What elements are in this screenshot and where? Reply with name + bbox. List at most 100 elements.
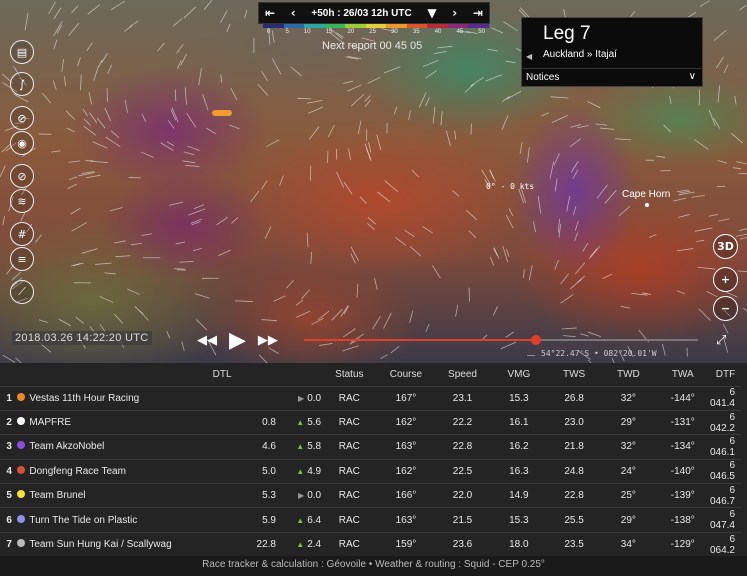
wind-streak bbox=[105, 136, 121, 147]
wind-streak bbox=[266, 139, 280, 147]
twa-value: -131° bbox=[670, 417, 695, 429]
table-header: DTL Status Course Speed VMG TWS TWD TWA … bbox=[0, 363, 741, 386]
skip-end-icon[interactable]: ⇥ bbox=[473, 6, 483, 20]
step-forward-icon[interactable]: › bbox=[452, 6, 457, 20]
wind-streak bbox=[327, 124, 335, 138]
wind-streak bbox=[437, 45, 453, 49]
view-3d-button[interactable]: 3D bbox=[713, 234, 738, 259]
table-row[interactable]: 2 MAPFRE 0.8 ▲ 5.6 RAC 162° 22.2 16.1 23.0 29° -131… bbox=[0, 410, 741, 434]
skip-start-icon[interactable]: ⇤ bbox=[265, 6, 275, 20]
col-dtl[interactable]: DTL bbox=[203, 363, 280, 386]
team-color-dot bbox=[16, 539, 25, 548]
table-row[interactable]: 5 Team Brunel 5.3 ▶ 0.0 RAC 166° 22.0 14.9 22.8 25… bbox=[0, 483, 741, 508]
trend-flat-icon: ▶ bbox=[298, 491, 305, 501]
wind-streak bbox=[110, 0, 126, 11]
table-row[interactable]: 6 Turn The Tide on Plastic 5.9 ▲ 6.4 RAC 163° 2… bbox=[0, 507, 741, 532]
fast-forward-icon[interactable]: ▶▶ bbox=[258, 333, 278, 348]
trend-up-icon: ▲ bbox=[296, 466, 305, 476]
wind-streak bbox=[723, 64, 729, 74]
table-row[interactable]: 7 Team Sun Hung Kai / Scallywag 22.8 ▲ 2.4 RA… bbox=[0, 532, 741, 556]
vmg-value: 15.3 bbox=[509, 392, 529, 404]
gain-value: ▲ 5.6 bbox=[280, 410, 321, 434]
wind-streak bbox=[367, 217, 377, 225]
wind-streak bbox=[86, 42, 93, 51]
wind-streak bbox=[71, 5, 79, 14]
col-status[interactable]: Status bbox=[321, 363, 377, 386]
col-course[interactable]: Course bbox=[378, 363, 435, 386]
col-twa[interactable]: TWA bbox=[656, 363, 710, 386]
table-row[interactable]: 4 Dongfeng Race Team 5.0 ▲ 4.9 RAC 162° 22.5 16.… bbox=[0, 459, 741, 483]
wind-streak bbox=[193, 204, 205, 210]
wind-streak bbox=[384, 180, 399, 193]
col-dtf[interactable]: DTF bbox=[710, 363, 741, 386]
wind-streak bbox=[620, 305, 630, 309]
scale-swatch bbox=[365, 24, 387, 28]
wind-streak bbox=[572, 206, 577, 216]
col-speed[interactable]: Speed bbox=[434, 363, 491, 386]
wind-icon[interactable]: ⊘ bbox=[10, 164, 34, 188]
wind-streak bbox=[257, 83, 269, 96]
dtf-value: 6 041.4 bbox=[709, 387, 735, 410]
boat-marker-vestas[interactable] bbox=[212, 110, 232, 116]
wind-streak bbox=[181, 341, 185, 351]
rank: 3 bbox=[6, 441, 12, 453]
wind-streak bbox=[24, 12, 29, 31]
zoom-in-icon[interactable]: + bbox=[713, 267, 738, 292]
table-row[interactable]: 1 Vestas 11th Hour Racing ▶ 0.0 RAC 167° 23.1 1… bbox=[0, 386, 741, 410]
team-name[interactable]: Team Brunel bbox=[29, 484, 202, 508]
gain-value: ▲ 2.4 bbox=[280, 532, 321, 556]
zoom-out-icon[interactable]: − bbox=[713, 296, 738, 321]
grid-icon[interactable]: # bbox=[10, 222, 34, 246]
play-icon[interactable]: ▶ bbox=[229, 328, 246, 353]
team-name[interactable]: Vestas 11th Hour Racing bbox=[29, 386, 202, 410]
wind-streak bbox=[77, 57, 81, 67]
wind-streak bbox=[63, 76, 67, 86]
col-twd[interactable]: TWD bbox=[601, 363, 655, 386]
wind-streak bbox=[393, 106, 398, 115]
wind-map[interactable]: ⇤ ‹ +50h : 26/03 12h UTC ▼ › ⇥ 0 5 10 15 20 2… bbox=[0, 0, 747, 363]
notices-dropdown[interactable]: Notices ∨ bbox=[522, 68, 702, 86]
col-tws[interactable]: TWS bbox=[547, 363, 601, 386]
wind-streak bbox=[141, 233, 153, 236]
wind-speed-scale: 0 5 10 15 20 25 30 35 40 45 50 bbox=[263, 24, 490, 36]
wind-streak bbox=[175, 241, 186, 245]
waves-icon[interactable]: ≋ bbox=[10, 189, 34, 213]
step-back-icon[interactable]: ‹ bbox=[291, 6, 296, 20]
wind-streak bbox=[395, 236, 407, 246]
rewind-icon[interactable]: ◀◀ bbox=[197, 333, 217, 348]
wind-streak bbox=[75, 316, 85, 324]
compass-icon[interactable]: ⊘ bbox=[10, 106, 34, 130]
team-name[interactable]: Turn The Tide on Plastic bbox=[29, 508, 202, 532]
route-icon[interactable]: ∫ bbox=[10, 72, 34, 96]
wind-streak bbox=[376, 134, 382, 151]
wind-streak bbox=[53, 7, 62, 20]
isobars-icon[interactable]: ≡ bbox=[10, 247, 34, 271]
wind-streak bbox=[596, 184, 608, 199]
wind-streak bbox=[166, 141, 175, 147]
wind-streak bbox=[42, 92, 52, 104]
table-row[interactable]: 3 Team AkzoNobel 4.6 ▲ 5.8 RAC 163° 22.8 16.2 21.… bbox=[0, 434, 741, 459]
wind-streak bbox=[537, 196, 542, 214]
wind-streak bbox=[383, 312, 392, 329]
fullscreen-icon[interactable]: ⤢ bbox=[716, 333, 726, 348]
wind-streak bbox=[742, 307, 747, 312]
wind-streak bbox=[587, 331, 601, 337]
wind-streak bbox=[425, 70, 438, 79]
chart-icon[interactable]: ⟋ bbox=[10, 280, 34, 304]
map-layers-icon[interactable]: ▤ bbox=[10, 40, 34, 64]
team-name[interactable]: Team AkzoNobel bbox=[29, 435, 202, 459]
location-icon[interactable]: ◉ bbox=[10, 131, 34, 155]
twd-value: 29° bbox=[620, 514, 636, 526]
col-vmg[interactable]: VMG bbox=[491, 363, 547, 386]
gain-number: 0.0 bbox=[307, 490, 322, 502]
wind-streak bbox=[582, 242, 589, 252]
timeline-slider[interactable] bbox=[304, 335, 698, 345]
team-name[interactable]: Team Sun Hung Kai / Scallywag bbox=[29, 532, 202, 556]
wind-streak bbox=[648, 234, 657, 238]
wind-streak bbox=[95, 262, 112, 265]
scale-swatch bbox=[447, 24, 469, 28]
team-name[interactable]: MAPFRE bbox=[29, 410, 202, 434]
back-arrow-icon[interactable]: ◀ bbox=[526, 52, 532, 61]
team-name[interactable]: Dongfeng Race Team bbox=[29, 459, 202, 483]
dropdown-icon[interactable]: ▼ bbox=[427, 6, 436, 20]
